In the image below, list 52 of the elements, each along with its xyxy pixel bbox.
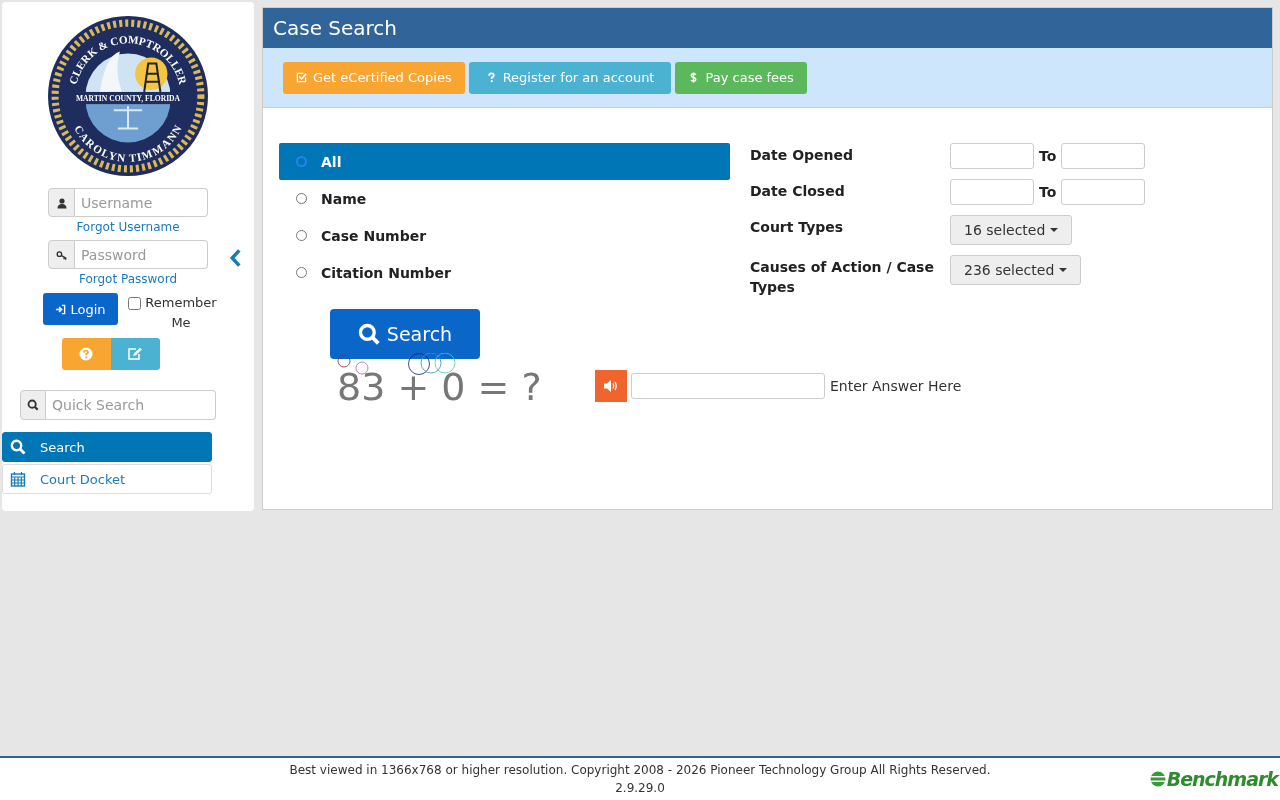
- search-type-option[interactable]: Case Number: [279, 217, 730, 254]
- filter-label: Date Opened: [750, 146, 855, 165]
- quick-search-field[interactable]: Quick Search: [46, 390, 216, 420]
- brand-name: Benchmark: [1166, 768, 1278, 790]
- to-label: To: [1039, 184, 1057, 200]
- user-icon: [55, 196, 68, 209]
- search-button[interactable]: Search: [330, 309, 480, 359]
- filter-label: Court Types: [750, 218, 845, 237]
- sign-in-icon: [55, 303, 67, 315]
- multiselect-dropdown[interactable]: 16 selected: [950, 215, 1073, 245]
- edit-icon: [127, 347, 143, 361]
- date-field[interactable]: [1061, 179, 1146, 205]
- to-label: To: [1039, 148, 1057, 164]
- search-icon: [10, 439, 26, 455]
- audio-button[interactable]: [595, 370, 627, 402]
- search-icon: [357, 323, 380, 345]
- date-field[interactable]: [1061, 143, 1146, 169]
- filter-label: Causes of Action / Case Types: [750, 258, 935, 297]
- nav-item[interactable]: Search: [2, 432, 212, 462]
- search-type-option[interactable]: Name: [279, 180, 730, 217]
- nav-item[interactable]: Court Docket: [2, 464, 212, 494]
- help-button[interactable]: [61, 338, 111, 370]
- login-button[interactable]: Login: [43, 293, 118, 325]
- speaker-icon: [603, 379, 619, 393]
- key-icon: [55, 248, 68, 261]
- version-number: 2.9.29.0: [615, 781, 665, 795]
- search-type-option[interactable]: All: [279, 143, 730, 180]
- username-field[interactable]: Username: [75, 188, 208, 217]
- date-field[interactable]: [950, 179, 1034, 205]
- calendar-icon: [10, 471, 26, 487]
- answer-hint: Enter Answer Here: [830, 378, 962, 394]
- forgot-password-link[interactable]: Forgot Password: [78, 272, 178, 286]
- date-field[interactable]: [950, 143, 1034, 169]
- multiselect-dropdown[interactable]: 236 selected: [950, 255, 1082, 285]
- question-icon: [79, 347, 93, 361]
- captcha-answer-field[interactable]: [631, 373, 825, 399]
- remember-me-checkbox[interactable]: [128, 297, 141, 310]
- forgot-username-link[interactable]: Forgot Username: [76, 220, 180, 234]
- remember-me-label: Remember Me: [144, 294, 218, 332]
- page-title: Case Search: [273, 16, 397, 40]
- search-icon: [27, 399, 39, 411]
- filter-label: Date Closed: [750, 182, 846, 201]
- globe-icon: [1149, 771, 1166, 787]
- copyright-notice: Best viewed in 1366x768 or higher resolution. Copyright 2008 - 2026 Pioneer Technology Group All Rights Reserved.: [289, 763, 991, 777]
- checkbox-icon: [296, 72, 307, 83]
- question-icon: [485, 72, 497, 83]
- search-type-option[interactable]: Citation Number: [279, 254, 730, 291]
- edit-button[interactable]: [110, 338, 160, 370]
- action-button[interactable]: Pay case fees: [675, 61, 807, 94]
- collapse-chevron-icon[interactable]: [229, 248, 242, 268]
- captcha-question: 83 + 0 = ?: [337, 369, 543, 405]
- password-field[interactable]: Password: [75, 240, 208, 269]
